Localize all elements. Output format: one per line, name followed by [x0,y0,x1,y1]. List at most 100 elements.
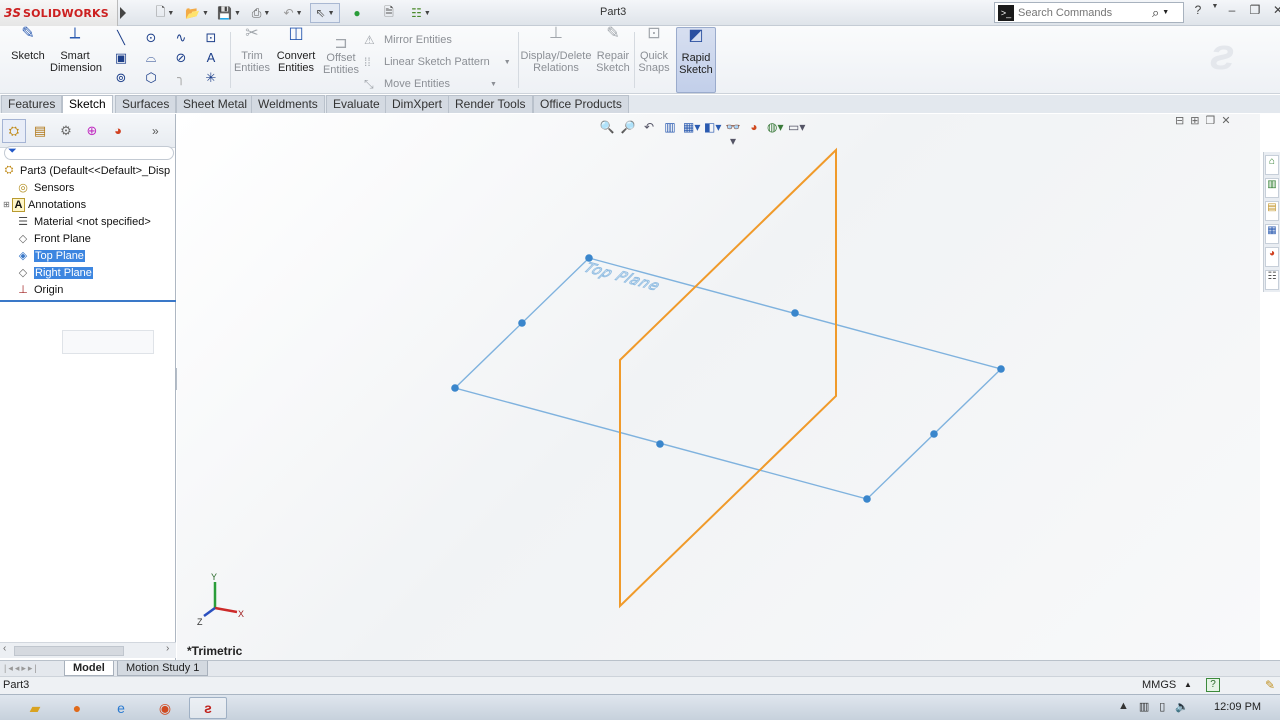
move-entities-button[interactable]: ⤡ Move Entities ▼ [364,73,511,95]
tab-weldments[interactable]: Weldments [251,95,325,113]
expand-plus-icon[interactable]: ⊞ [3,200,11,209]
tab-dimxpert[interactable]: DimXpert [385,95,450,113]
options-button[interactable]: ☷ ▼ [406,3,436,23]
convert-entities-button[interactable]: ◫ Convert Entities [274,26,318,75]
property-manager-tab-icon[interactable]: ▤ [28,119,52,143]
internet-explorer-taskbar-icon[interactable]: e [102,697,140,719]
tab-office-products[interactable]: Office Products [533,95,629,113]
graphics-area[interactable]: 🔍 🔎 ↶ ▥ ▦▾ ◧▾ 👓▾ ◕ ◍▾ ▭▾ ⊟ ⊞ ❐ ✕ Top Pla… [177,114,1260,660]
tree-horizontal-scrollbar[interactable]: ‹ › [0,642,176,658]
tree-item-front-plane[interactable]: ◇ Front Plane [0,230,176,247]
solidworks-logo[interactable]: 3S SOLIDWORKS [0,0,118,26]
display-delete-relations-button[interactable]: ⊥ Display/Delete Relations [520,26,592,75]
plane-handle[interactable] [791,309,799,317]
tray-expand-icon[interactable]: ▲ [1118,700,1129,713]
trim-entities-button[interactable]: ✂ Trim Entities [232,26,272,75]
arc-icon[interactable]: ⌓ [136,50,166,70]
chrome-taskbar-icon[interactable]: ◉ [146,697,184,719]
file-explorer-icon[interactable]: ▤ [1265,201,1279,221]
rebuild-button[interactable]: ● [342,3,372,23]
mirror-entities-button[interactable]: ⚠ Mirror Entities [364,29,511,51]
tree-item-origin[interactable]: ⊥ Origin [0,281,176,298]
chevron-up-icon[interactable]: ▲ [1184,680,1192,689]
tree-filter-input[interactable]: ⏷ [4,145,174,160]
sketch-button[interactable]: ✎ Sketch [8,26,48,63]
quick-snaps-button[interactable]: ⊡ Quick Snaps [636,26,672,75]
tab-surfaces[interactable]: Surfaces [115,95,177,113]
open-document-button[interactable]: 📂 ▼ [182,3,212,23]
spline-icon[interactable]: ∿ [166,30,196,50]
fillet-icon[interactable]: ╮ [166,70,196,90]
plane-handle[interactable] [518,319,526,327]
plane-handle[interactable] [997,365,1005,373]
print-button[interactable]: ⎙ ▼ [246,3,276,23]
save-button[interactable]: 💾 ▼ [214,3,244,23]
circle-icon[interactable]: ⊙ [136,30,166,50]
repair-sketch-button[interactable]: ✎ Repair Sketch [594,26,632,75]
chevron-down-icon[interactable]: ▼ [504,59,511,66]
centerline-icon[interactable]: ⊡ [196,30,226,50]
scrollbar-thumb[interactable] [14,646,124,656]
point-icon[interactable]: ✳ [196,70,226,90]
chevron-down-icon[interactable]: ▼ [1211,3,1219,21]
network-icon[interactable]: ▥ [1139,700,1149,713]
tab-motion-study-1[interactable]: Motion Study 1 [117,661,209,676]
pencil-icon[interactable]: ✎ [1265,678,1275,692]
tree-item-top-plane[interactable]: ◈ Top Plane [0,247,176,264]
file-explorer-taskbar-icon[interactable]: ▰ [16,697,54,719]
tree-item-sensors[interactable]: ◎ Sensors [0,179,176,196]
polygon-icon[interactable]: ⬡ [136,70,166,90]
scroll-right-icon[interactable]: › [166,643,169,654]
configuration-manager-tab-icon[interactable]: ⚙ [54,119,78,143]
display-manager-tab-icon[interactable]: ◕ [106,119,130,143]
battery-icon[interactable]: ▯ [1159,700,1165,713]
new-document-button[interactable]: 🗋 ▼ [150,3,180,23]
search-input[interactable] [1018,6,1148,19]
scroll-left-icon[interactable]: ‹ [3,643,6,654]
tree-item-material[interactable]: ☰ Material <not specified> [0,213,176,230]
appearances-icon[interactable]: ◕ [1265,247,1279,267]
close-icon[interactable]: ✕ [1268,3,1280,21]
tab-evaluate[interactable]: Evaluate [326,95,387,113]
dimxpert-manager-tab-icon[interactable]: ⊕ [80,119,104,143]
taskbar-clock[interactable]: 12:09 PM [1214,701,1261,713]
linear-sketch-pattern-button[interactable]: ⁞⁞ Linear Sketch Pattern ▼ [364,51,511,73]
solidworks-taskbar-icon[interactable]: ƨ [189,697,227,719]
help-question-icon[interactable]: ? [1206,678,1220,692]
undo-button[interactable]: ↶ ▼ [278,3,308,23]
menu-flyout-arrow-icon[interactable] [120,7,126,19]
search-icon[interactable]: ⌕ [1152,5,1159,21]
tree-item-part[interactable]: ⛭ Part3 (Default<<Default>_Disp [0,162,176,179]
unit-system[interactable]: MMGS [1142,679,1176,691]
help-icon[interactable]: ? [1188,3,1208,21]
plane-handle[interactable] [656,440,664,448]
tab-features[interactable]: Features [1,95,63,113]
chevron-down-icon[interactable]: ▼ [490,81,497,88]
slot-icon[interactable]: ⊚ [106,70,136,90]
tab-sketch[interactable]: Sketch [62,95,113,113]
text-icon[interactable]: A [196,50,226,70]
design-library-icon[interactable]: ▥ [1265,178,1279,198]
minimize-icon[interactable]: – [1222,3,1242,21]
tree-item-annotations[interactable]: ⊞ A Annotations [0,196,176,213]
ellipse-icon[interactable]: ⊘ [166,50,196,70]
tab-sheet-metal[interactable]: Sheet Metal [176,95,255,113]
search-commands-box[interactable]: >_ ⌕ ▼ [994,2,1184,23]
plane-handle[interactable] [930,430,938,438]
line-icon[interactable]: ╲ [106,30,136,50]
feature-manager-tab-icon[interactable]: ⛭ [2,118,26,143]
right-plane-outline[interactable] [619,147,837,609]
smart-dimension-button[interactable]: ⟂ Smart Dimension [50,26,102,75]
top-plane-outline[interactable] [453,257,1003,500]
firefox-taskbar-icon[interactable]: ● [58,697,96,719]
tab-model[interactable]: Model [64,661,114,676]
solidworks-resources-icon[interactable]: ⌂ [1265,155,1279,175]
chevron-down-icon[interactable]: ▼ [1162,9,1169,16]
tree-item-right-plane[interactable]: ◇ Right Plane [0,264,176,281]
offset-entities-button[interactable]: ⊐ Offset Entities [320,36,362,77]
tab-scroll-arrows-icon[interactable]: |◂◂▸▸| [4,663,39,674]
rapid-sketch-button[interactable]: ◩ Rapid Sketch [676,27,716,93]
rollback-bar[interactable] [0,300,176,302]
restore-icon[interactable]: ❐ [1245,3,1265,21]
select-button[interactable]: ⇖ ▼ [310,3,340,23]
